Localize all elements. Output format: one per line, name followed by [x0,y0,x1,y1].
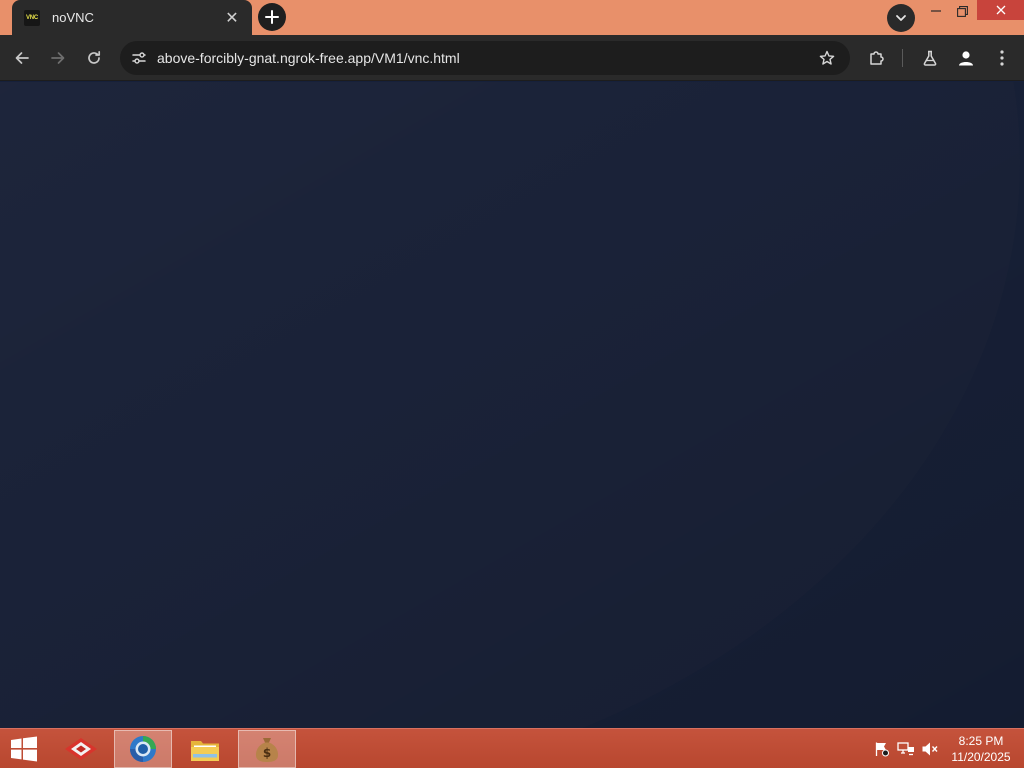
arrow-right-icon [51,52,65,64]
url-text[interactable]: above-forcibly-gnat.ngrok-free.app/VM1/v… [157,50,812,66]
toolbar-divider [902,49,903,67]
plus-icon [265,10,279,24]
tray-network[interactable] [897,741,915,757]
tune-icon [132,52,146,64]
taskbar-app-browser[interactable] [114,730,172,768]
minimize-button[interactable] [924,0,948,22]
extensions-button[interactable] [863,44,891,72]
tab-close-icon[interactable]: ✕ [222,8,242,28]
new-tab-button[interactable] [258,3,286,31]
address-bar[interactable]: above-forcibly-gnat.ngrok-free.app/VM1/v… [120,41,850,75]
person-icon [959,51,973,66]
close-icon [996,5,1005,15]
tab-search-button[interactable] [887,4,915,32]
chevron-down-icon [896,15,906,21]
restore-icon [956,5,968,17]
browser-menu-button[interactable] [988,44,1016,72]
tray-volume[interactable] [921,741,939,757]
arrow-left-icon [15,52,29,64]
network-icon [897,742,914,756]
reload-button[interactable] [80,44,108,72]
volume-muted-icon [922,742,938,756]
clock-time: 8:25 PM [958,734,1004,748]
start-button[interactable] [8,735,40,763]
taskbar-app-money-bag[interactable]: $ [238,730,296,768]
kebab-menu-icon [1000,50,1004,66]
forward-button[interactable] [44,44,72,72]
window-close-button[interactable] [977,0,1024,20]
desktop-wallpaper-shade [0,82,1024,728]
labs-button[interactable] [916,44,944,72]
site-info-button[interactable] [124,51,154,65]
tab-novnc[interactable]: VNC noVNC ✕ [12,0,252,35]
restore-button[interactable] [950,0,974,22]
minimize-icon [931,10,941,12]
taskbar-app-file-explorer[interactable] [176,730,234,768]
tab-title: noVNC [52,10,94,25]
flask-icon [923,50,937,66]
tab-strip: VNC noVNC ✕ [0,0,1024,35]
taskbar: $ 8:25 PM 11/20/2025 [0,728,1024,768]
system-clock[interactable]: 8:25 PM 11/20/2025 [946,733,1016,765]
flag-icon [875,742,889,757]
star-icon [819,50,835,65]
clock-date: 11/20/2025 [951,750,1011,764]
puzzle-icon [870,51,884,65]
browser-toolbar: above-forcibly-gnat.ngrok-free.app/VM1/v… [0,35,1024,81]
reload-icon [88,50,101,64]
money-bag-icon: $ [255,738,279,762]
taskbar-app-diamond[interactable] [52,730,110,768]
bookmark-button[interactable] [812,50,842,66]
back-button[interactable] [8,44,36,72]
vnc-favicon-icon: VNC [24,9,40,26]
browser-app-icon [130,736,156,762]
tray-action-center[interactable] [873,741,891,757]
diamond-app-icon [65,738,97,760]
vnc-canvas[interactable] [0,82,1024,728]
file-explorer-icon [191,741,219,761]
profile-button[interactable] [952,44,980,72]
svg-text:$: $ [263,746,271,760]
windows-logo-icon [11,736,37,762]
